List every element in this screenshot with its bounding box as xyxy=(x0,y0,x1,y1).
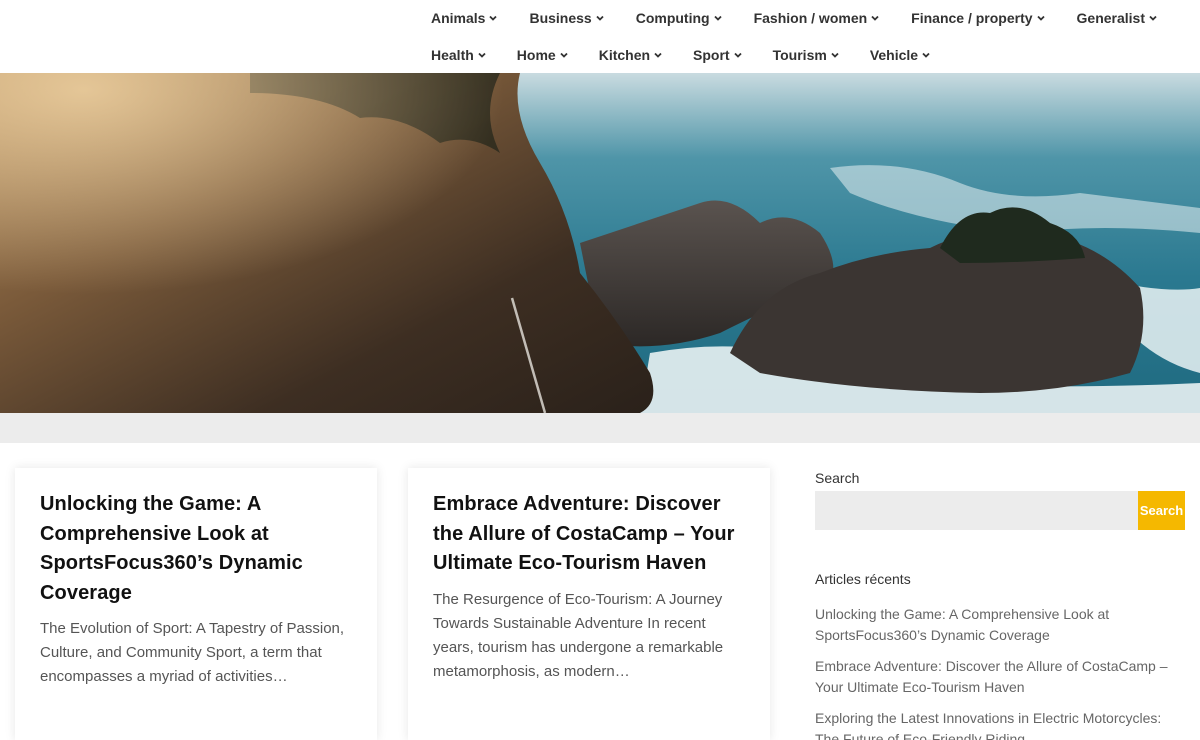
main-navigation: Animals Business Computing Fashion / wom… xyxy=(0,0,1200,73)
search-label: Search xyxy=(815,470,860,486)
nav-item-finance-property[interactable]: Finance / property xyxy=(911,10,1045,26)
coastal-cliffs-illustration xyxy=(0,73,1200,413)
nav-item-generalist[interactable]: Generalist xyxy=(1077,10,1158,26)
nav-item-business[interactable]: Business xyxy=(529,10,604,26)
chevron-down-icon xyxy=(1036,13,1046,23)
post-title[interactable]: Embrace Adventure: Discover the Allure o… xyxy=(433,490,745,579)
post-card: Unlocking the Game: A Comprehensive Look… xyxy=(15,468,377,740)
nav-item-label: Finance / property xyxy=(911,10,1033,26)
nav-item-label: Tourism xyxy=(772,47,827,63)
nav-item-label: Vehicle xyxy=(869,47,919,63)
post-excerpt: The Resurgence of Eco-Tourism: A Journey… xyxy=(433,590,724,680)
nav-item-sport[interactable]: Sport xyxy=(693,47,743,63)
chevron-down-icon xyxy=(653,50,663,60)
nav-item-label: Kitchen xyxy=(598,47,651,63)
nav-item-label: Sport xyxy=(693,47,730,63)
nav-row-primary: Animals Business Computing Fashion / wom… xyxy=(431,0,1158,36)
recent-posts-heading: Articles récents xyxy=(815,571,911,587)
recent-posts-list: Unlocking the Game: A Comprehensive Look… xyxy=(815,604,1185,740)
nav-item-label: Home xyxy=(516,47,556,63)
sidebar: Search Search Articles récents Unlocking… xyxy=(815,468,1185,740)
post-card: Embrace Adventure: Discover the Allure o… xyxy=(408,468,770,740)
search-input[interactable] xyxy=(815,491,1138,530)
search-button[interactable]: Search xyxy=(1138,491,1185,530)
nav-item-fashion-women[interactable]: Fashion / women xyxy=(754,10,881,26)
recent-post-link[interactable]: Unlocking the Game: A Comprehensive Look… xyxy=(815,604,1185,646)
nav-item-label: Animals xyxy=(431,10,486,26)
post-excerpt: The Evolution of Sport: A Tapestry of Pa… xyxy=(40,620,345,685)
chevron-down-icon xyxy=(921,50,931,60)
nav-item-kitchen[interactable]: Kitchen xyxy=(599,47,663,63)
nav-item-label: Health xyxy=(431,47,474,63)
nav-item-home[interactable]: Home xyxy=(517,47,569,63)
hero-bottom-band xyxy=(0,413,1200,443)
chevron-down-icon xyxy=(733,50,743,60)
nav-item-computing[interactable]: Computing xyxy=(636,10,723,26)
post-title[interactable]: Unlocking the Game: A Comprehensive Look… xyxy=(40,490,352,608)
nav-item-tourism[interactable]: Tourism xyxy=(773,47,840,63)
chevron-down-icon xyxy=(830,50,840,60)
recent-post-link[interactable]: Embrace Adventure: Discover the Allure o… xyxy=(815,656,1185,698)
recent-post-link[interactable]: Exploring the Latest Innovations in Elec… xyxy=(815,708,1185,740)
chevron-down-icon xyxy=(477,50,487,60)
chevron-down-icon xyxy=(870,13,880,23)
nav-item-vehicle[interactable]: Vehicle xyxy=(870,47,931,63)
chevron-down-icon xyxy=(488,13,498,23)
nav-item-label: Fashion / women xyxy=(753,10,868,26)
search-form: Search xyxy=(815,491,1185,530)
hero-image xyxy=(0,73,1200,413)
nav-item-label: Computing xyxy=(635,10,710,26)
chevron-down-icon xyxy=(1148,13,1158,23)
nav-row-secondary: Health Home Kitchen Sport Tourism Vehicl… xyxy=(431,37,961,73)
nav-item-label: Generalist xyxy=(1076,10,1146,26)
nav-item-animals[interactable]: Animals xyxy=(431,10,498,26)
chevron-down-icon xyxy=(559,50,569,60)
chevron-down-icon xyxy=(713,13,723,23)
nav-item-health[interactable]: Health xyxy=(431,47,487,63)
nav-item-label: Business xyxy=(529,10,592,26)
chevron-down-icon xyxy=(595,13,605,23)
